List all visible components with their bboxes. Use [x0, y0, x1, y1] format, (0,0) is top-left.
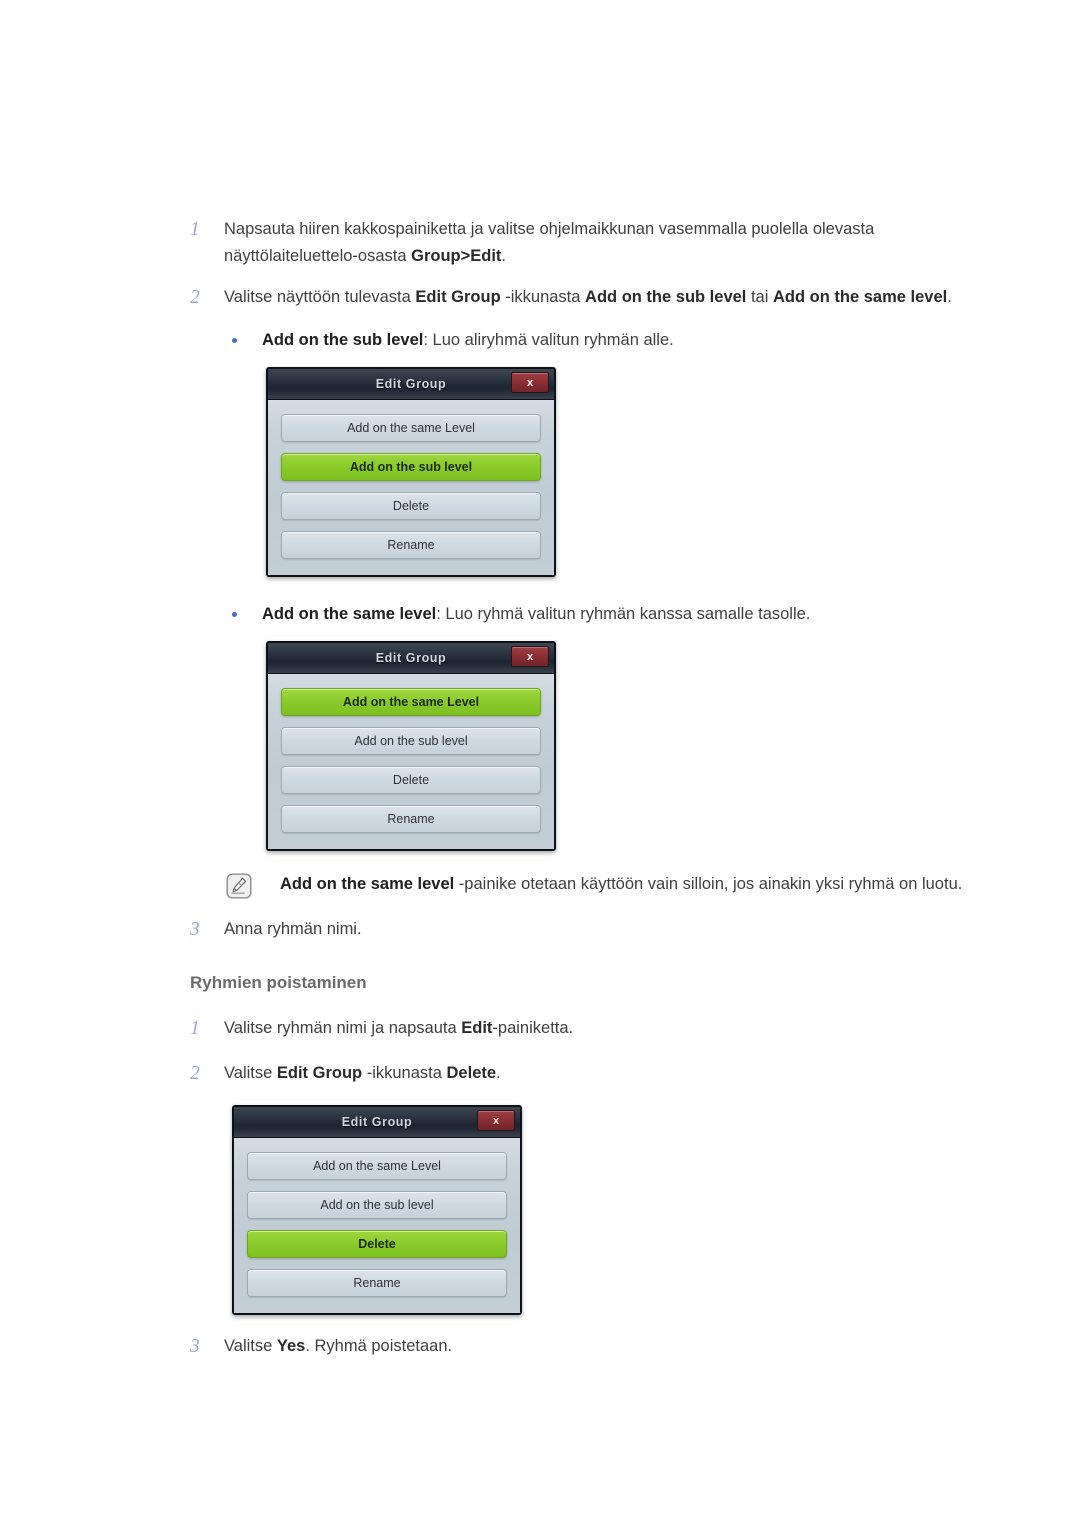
bullet-item-same-level: Add on the same level: Luo ryhmä valitun…: [232, 601, 1010, 627]
dialog-body: Add on the same Level Add on the sub lev…: [268, 400, 554, 575]
button-add-on-same-level[interactable]: Add on the same Level: [247, 1152, 507, 1180]
note-pencil-icon: [226, 873, 264, 904]
step-number: 3: [190, 1336, 201, 1357]
step-text: Napsauta hiiren kakkospainiketta ja vali…: [224, 220, 875, 265]
button-rename[interactable]: Rename: [281, 805, 541, 833]
dialog-titlebar: Edit Group x: [234, 1107, 520, 1138]
dialog-title: Edit Group: [375, 651, 447, 665]
page-content: 1 Napsauta hiiren kakkospainiketta ja va…: [190, 216, 1010, 1374]
step-text: Valitse Yes. Ryhmä poistetaan.: [224, 1337, 453, 1355]
step-number: 2: [190, 1063, 201, 1084]
step-text: Valitse näyttöön tulevasta Edit Group -i…: [224, 288, 952, 306]
button-delete[interactable]: Delete: [281, 492, 541, 520]
bullet-text: Add on the same level: Luo ryhmä valitun…: [262, 605, 811, 623]
steps-group-add: 1 Napsauta hiiren kakkospainiketta ja va…: [190, 216, 1010, 311]
dialog-title: Edit Group: [375, 377, 447, 391]
step-row: 3 Valitse Yes. Ryhmä poistetaan.: [190, 1333, 1010, 1360]
bullet-item-sub-level: Add on the sub level: Luo aliryhmä valit…: [232, 327, 1010, 353]
button-add-on-sub-level[interactable]: Add on the sub level: [247, 1191, 507, 1219]
screenshot-edit-group-delete: Edit Group x Add on the same Level Add o…: [232, 1105, 1010, 1315]
step-text: Valitse Edit Group -ikkunasta Delete.: [224, 1064, 501, 1082]
step-row: 2 Valitse Edit Group -ikkunasta Delete.: [190, 1060, 1010, 1087]
step-number: 2: [190, 287, 201, 308]
close-icon[interactable]: x: [511, 646, 549, 667]
document-page: 1 Napsauta hiiren kakkospainiketta ja va…: [0, 0, 1080, 1527]
button-add-on-same-level[interactable]: Add on the same Level: [281, 688, 541, 716]
bullet-dot-icon: [232, 327, 262, 343]
close-icon[interactable]: x: [477, 1110, 515, 1131]
step-number: 1: [190, 219, 201, 240]
step-row: 1 Napsauta hiiren kakkospainiketta ja va…: [190, 216, 1010, 270]
edit-group-dialog: Edit Group x Add on the same Level Add o…: [232, 1105, 522, 1315]
step-number: 3: [190, 919, 201, 940]
dialog-body: Add on the same Level Add on the sub lev…: [268, 674, 554, 849]
button-add-on-sub-level[interactable]: Add on the sub level: [281, 453, 541, 481]
edit-group-dialog: Edit Group x Add on the same Level Add o…: [266, 367, 556, 577]
dialog-titlebar: Edit Group x: [268, 369, 554, 400]
button-delete[interactable]: Delete: [247, 1230, 507, 1258]
note-block: Add on the same level -painike otetaan k…: [226, 871, 1010, 904]
step-number: 1: [190, 1018, 201, 1039]
edit-group-dialog: Edit Group x Add on the same Level Add o…: [266, 641, 556, 851]
dialog-titlebar: Edit Group x: [268, 643, 554, 674]
button-delete[interactable]: Delete: [281, 766, 541, 794]
step-row: 3 Anna ryhmän nimi.: [190, 916, 1010, 943]
section-heading-delete-groups: Ryhmien poistaminen: [190, 973, 367, 992]
screenshot-edit-group-sub-level: Edit Group x Add on the same Level Add o…: [266, 367, 1010, 577]
bullet-text: Add on the sub level: Luo aliryhmä valit…: [262, 331, 674, 349]
dialog-body: Add on the same Level Add on the sub lev…: [234, 1138, 520, 1313]
dialog-title: Edit Group: [341, 1115, 413, 1129]
note-text: Add on the same level -painike otetaan k…: [280, 875, 963, 893]
step-row: 1 Valitse ryhmän nimi ja napsauta Edit-p…: [190, 1015, 1010, 1042]
step-text: Valitse ryhmän nimi ja napsauta Edit-pai…: [224, 1019, 574, 1037]
steps-group-delete: 1 Valitse ryhmän nimi ja napsauta Edit-p…: [190, 1015, 1010, 1087]
screenshot-edit-group-same-level: Edit Group x Add on the same Level Add o…: [266, 641, 1010, 851]
step-text: Anna ryhmän nimi.: [224, 920, 362, 938]
bullet-dot-icon: [232, 601, 262, 617]
button-rename[interactable]: Rename: [247, 1269, 507, 1297]
button-add-on-same-level[interactable]: Add on the same Level: [281, 414, 541, 442]
close-icon[interactable]: x: [511, 372, 549, 393]
step-row: 2 Valitse näyttöön tulevasta Edit Group …: [190, 284, 1010, 311]
button-rename[interactable]: Rename: [281, 531, 541, 559]
button-add-on-sub-level[interactable]: Add on the sub level: [281, 727, 541, 755]
